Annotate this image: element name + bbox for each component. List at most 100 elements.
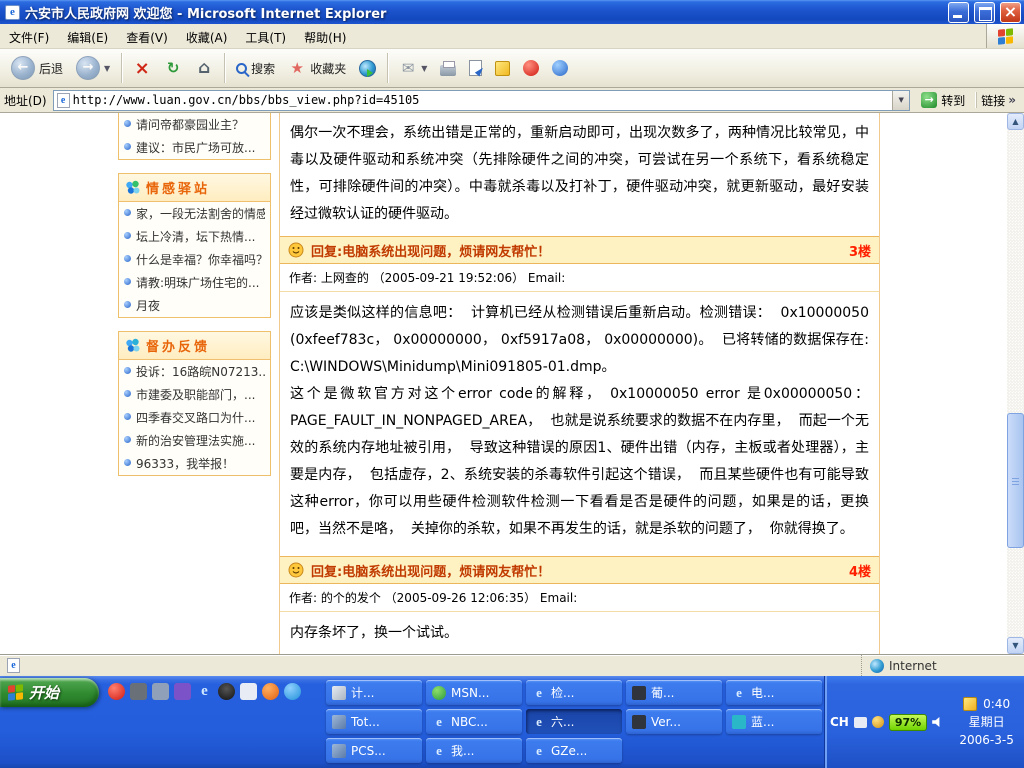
quick-launch-icon-2[interactable]: [130, 683, 147, 700]
notes-button[interactable]: [490, 58, 515, 79]
back-button[interactable]: 后退: [6, 53, 68, 83]
menu-edit[interactable]: 编辑(E): [58, 24, 117, 48]
task-label: Ver...: [651, 715, 681, 729]
scroll-up-button[interactable]: [1007, 113, 1024, 130]
address-input[interactable]: [73, 91, 893, 110]
task-label: 检...: [551, 684, 574, 701]
scroll-down-button[interactable]: [1007, 637, 1024, 654]
notes-icon: [495, 61, 510, 76]
task-button-area: 计... MSN... 检... 葡... 电... Tot... NBC...…: [326, 680, 822, 763]
sidebar-link[interactable]: 四季春交叉路口为什...: [119, 406, 270, 429]
minimize-button[interactable]: [948, 2, 969, 23]
clock-time: 0:40: [983, 695, 1010, 713]
toolbar-separator: [387, 53, 388, 83]
taskbar-task-7[interactable]: NBC...: [426, 709, 522, 734]
bullet-icon: [124, 413, 131, 420]
links-toolbar[interactable]: 链接 »: [976, 92, 1020, 109]
sidebar-link[interactable]: 月夜: [119, 294, 270, 317]
quick-launch-bar: [108, 683, 301, 700]
sidebar-link[interactable]: 什么是幸福？你幸福吗？: [119, 248, 270, 271]
notes-tray-icon[interactable]: [963, 697, 977, 711]
quick-launch-icon-3[interactable]: [152, 683, 169, 700]
sidebar-link-label: 坛上冷清，坛下热情...: [136, 228, 255, 245]
ie-icon: [532, 686, 546, 700]
vertical-scrollbar[interactable]: [1007, 113, 1024, 654]
smiley-icon: [288, 562, 304, 578]
taskbar-task-9[interactable]: Ver...: [626, 709, 722, 734]
media-button[interactable]: [354, 57, 381, 80]
search-icon: [236, 63, 247, 74]
sidebar-link[interactable]: 请教:明珠广场住宅的...: [119, 271, 270, 294]
quick-launch-icon-9[interactable]: [284, 683, 301, 700]
sidebar-link[interactable]: 坛上冷清，坛下热情...: [119, 225, 270, 248]
keyboard-icon[interactable]: [854, 717, 867, 728]
volume-icon[interactable]: [932, 716, 944, 728]
sidebar-link[interactable]: 96333，我举报！: [119, 452, 270, 475]
language-indicator[interactable]: CH: [830, 715, 849, 729]
msn-icon: [432, 686, 446, 700]
favorites-button[interactable]: 收藏夹: [283, 56, 351, 80]
stop-button[interactable]: [128, 56, 156, 80]
taskbar-task-5[interactable]: 电...: [726, 680, 822, 705]
quick-launch-icon-8[interactable]: [262, 683, 279, 700]
mail-button[interactable]: ▼: [394, 56, 432, 80]
taskbar-task-8-active[interactable]: 六...: [526, 709, 622, 734]
home-button[interactable]: [190, 56, 218, 80]
reply-content: 内存条坏了，换一个试试。: [280, 612, 879, 654]
battery-indicator[interactable]: 97%: [889, 714, 927, 731]
taskbar-task-11[interactable]: PCS...: [326, 738, 422, 763]
tray-app-icon[interactable]: [872, 716, 884, 728]
go-button[interactable]: 转到: [916, 90, 970, 111]
taskbar-task-6[interactable]: Tot...: [326, 709, 422, 734]
edit-button[interactable]: [464, 57, 487, 79]
bullet-icon: [124, 367, 131, 374]
menu-file[interactable]: 文件(F): [0, 24, 58, 48]
reply-title[interactable]: 回复:电脑系统出现问题，烦请网友帮忙！: [311, 241, 842, 260]
taskbar-task-1[interactable]: 计...: [326, 680, 422, 705]
search-button[interactable]: 搜索: [231, 57, 280, 80]
taskbar-clock[interactable]: 0:40 星期日 2006-3-5: [949, 676, 1024, 768]
reply-floor-badge: 4楼: [849, 561, 871, 580]
menu-view[interactable]: 查看(V): [117, 24, 177, 48]
ie-icon: [732, 686, 746, 700]
quick-launch-icon-1[interactable]: [108, 683, 125, 700]
menu-help[interactable]: 帮助(H): [295, 24, 355, 48]
sidebar-link[interactable]: 投诉：16路皖N07213...: [119, 360, 270, 383]
sidebar-link[interactable]: 家，一段无法割舍的情感: [119, 202, 270, 225]
menu-favorites[interactable]: 收藏(A): [177, 24, 237, 48]
sidebar-link[interactable]: 新的治安管理法实施...: [119, 429, 270, 452]
close-button[interactable]: [1000, 2, 1021, 23]
reply-title[interactable]: 回复:电脑系统出现问题，烦请网友帮忙！: [311, 561, 842, 580]
quick-launch-icon-4[interactable]: [174, 683, 191, 700]
taskbar-task-3[interactable]: 检...: [526, 680, 622, 705]
taskbar-task-4[interactable]: 葡...: [626, 680, 722, 705]
sidebar-link[interactable]: 建议：市民广场可放...: [119, 136, 270, 159]
sidebar-box: 请问帝都豪园业主？ 建议：市民广场可放...: [118, 113, 271, 160]
scrollbar-thumb[interactable]: [1007, 413, 1024, 548]
sidebar-link-label: 家，一段无法割舍的情感: [136, 205, 265, 222]
quick-launch-qq-icon[interactable]: [218, 683, 235, 700]
clover-icon: [125, 338, 140, 353]
messenger-button[interactable]: [547, 57, 573, 79]
app-icon: [332, 686, 346, 700]
sidebar-link[interactable]: 市建委及职能部门，...: [119, 383, 270, 406]
taskbar-task-13[interactable]: GZe...: [526, 738, 622, 763]
post-text-continued: 偶尔一次不理会，系统出错是正常的，重新启动即可，出现次数多了，两种情况比较常见，…: [280, 113, 879, 231]
address-dropdown-button[interactable]: [892, 91, 909, 110]
print-button[interactable]: [435, 58, 461, 79]
refresh-button[interactable]: [159, 56, 187, 80]
bullet-icon: [124, 209, 131, 216]
taskbar-task-12[interactable]: 我...: [426, 738, 522, 763]
quick-launch-icon-7[interactable]: [240, 683, 257, 700]
taskbar-task-2[interactable]: MSN...: [426, 680, 522, 705]
print-icon: [440, 65, 456, 76]
quick-launch-ie-icon[interactable]: [196, 683, 213, 700]
taskbar-task-10[interactable]: 蓝...: [726, 709, 822, 734]
windows-logo: [986, 24, 1024, 48]
maximize-button[interactable]: [974, 2, 995, 23]
qq-button[interactable]: [518, 57, 544, 79]
start-button[interactable]: 开始: [0, 678, 99, 707]
sidebar-link[interactable]: 请问帝都豪园业主？: [119, 113, 270, 136]
menu-tools[interactable]: 工具(T): [236, 24, 295, 48]
forward-button[interactable]: ▼: [71, 53, 115, 83]
